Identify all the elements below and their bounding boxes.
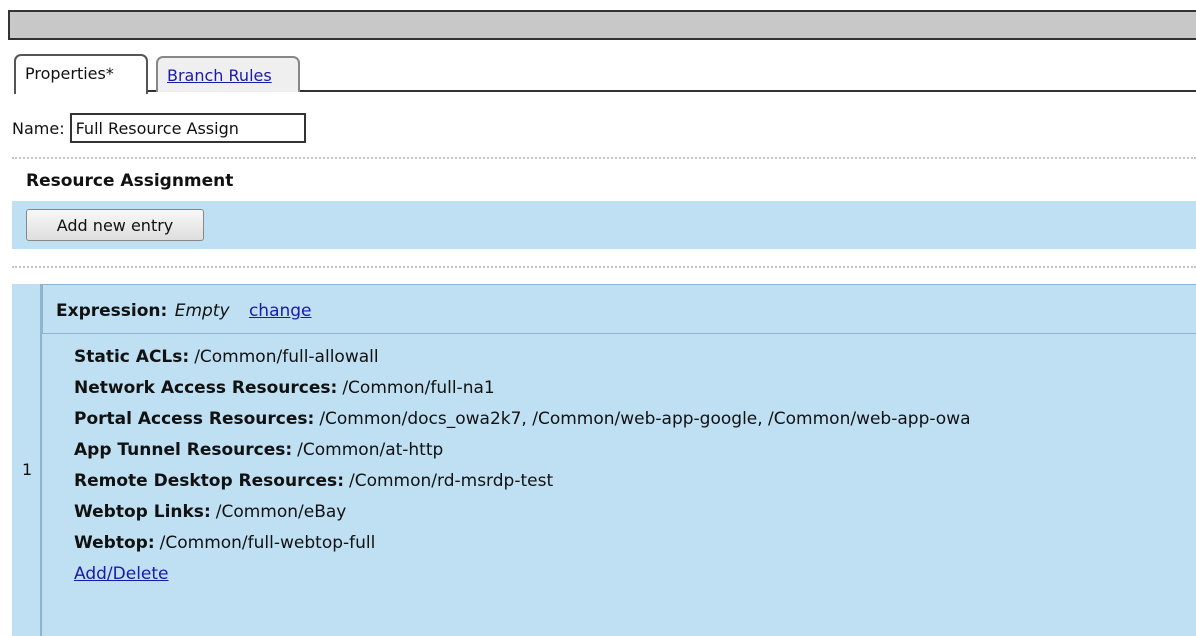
field-value: /Common/eBay [215, 502, 347, 522]
field-key: Webtop [74, 533, 155, 553]
field-network-access-resources: Network Access Resources/Common/full-na1 [74, 377, 971, 408]
add-entry-toolbar: Add new entry [12, 201, 1196, 249]
expression-line: Expression: Empty change [56, 301, 312, 321]
expression-box: Expression: Empty change [42, 284, 1196, 334]
field-key: Static ACLs [74, 347, 189, 367]
add-delete-row: Add/Delete [74, 563, 971, 594]
name-label: Name: [12, 118, 65, 138]
tab-bar: Properties* Branch Rules [14, 54, 1196, 94]
tab-properties[interactable]: Properties* [14, 54, 148, 94]
expression-key: Expression: [56, 301, 168, 321]
tab-branch-rules[interactable]: Branch Rules [156, 56, 300, 92]
field-key: App Tunnel Resources [74, 440, 292, 460]
entry-index: 1 [22, 460, 33, 479]
change-expression-link[interactable]: change [249, 301, 312, 321]
tab-branch-rules-link[interactable]: Branch Rules [167, 66, 272, 85]
field-value: /Common/rd-msrdp-test [349, 471, 554, 491]
field-value: /Common/at-http [297, 440, 444, 460]
add-new-entry-button[interactable]: Add new entry [26, 209, 204, 241]
field-portal-access-resources: Portal Access Resources/Common/docs_owa2… [74, 408, 971, 439]
field-value: /Common/full-na1 [342, 378, 495, 398]
field-key: Webtop Links [74, 502, 211, 522]
field-key: Portal Access Resources [74, 409, 314, 429]
field-value: /Common/docs_owa2k7, /Common/web-app-goo… [319, 409, 971, 429]
resource-entry: 1 Expression: Empty change Static ACLs/C… [12, 284, 1196, 636]
entry-divider [40, 284, 42, 636]
name-row: Name: [12, 112, 306, 144]
field-value: /Common/full-webtop-full [159, 533, 376, 553]
window-title-bar [8, 10, 1196, 40]
field-key: Network Access Resources [74, 378, 337, 398]
divider [12, 266, 1196, 268]
field-app-tunnel-resources: App Tunnel Resources/Common/at-http [74, 439, 971, 470]
field-static-acls: Static ACLs/Common/full-allowall [74, 346, 971, 377]
field-value: /Common/full-allowall [194, 347, 379, 367]
entry-index-column: 1 [12, 284, 40, 636]
section-title: Resource Assignment [26, 171, 234, 191]
field-webtop-links: Webtop Links/Common/eBay [74, 501, 971, 532]
field-key: Remote Desktop Resources [74, 471, 344, 491]
resource-field-list: Static ACLs/Common/full-allowall Network… [74, 346, 971, 594]
add-delete-link[interactable]: Add/Delete [74, 564, 169, 584]
field-remote-desktop-resources: Remote Desktop Resources/Common/rd-msrdp… [74, 470, 971, 501]
name-input[interactable] [69, 113, 306, 143]
divider [12, 157, 1196, 159]
expression-value: Empty [174, 301, 230, 321]
tab-properties-label: Properties* [25, 64, 114, 83]
field-webtop: Webtop/Common/full-webtop-full [74, 532, 971, 563]
